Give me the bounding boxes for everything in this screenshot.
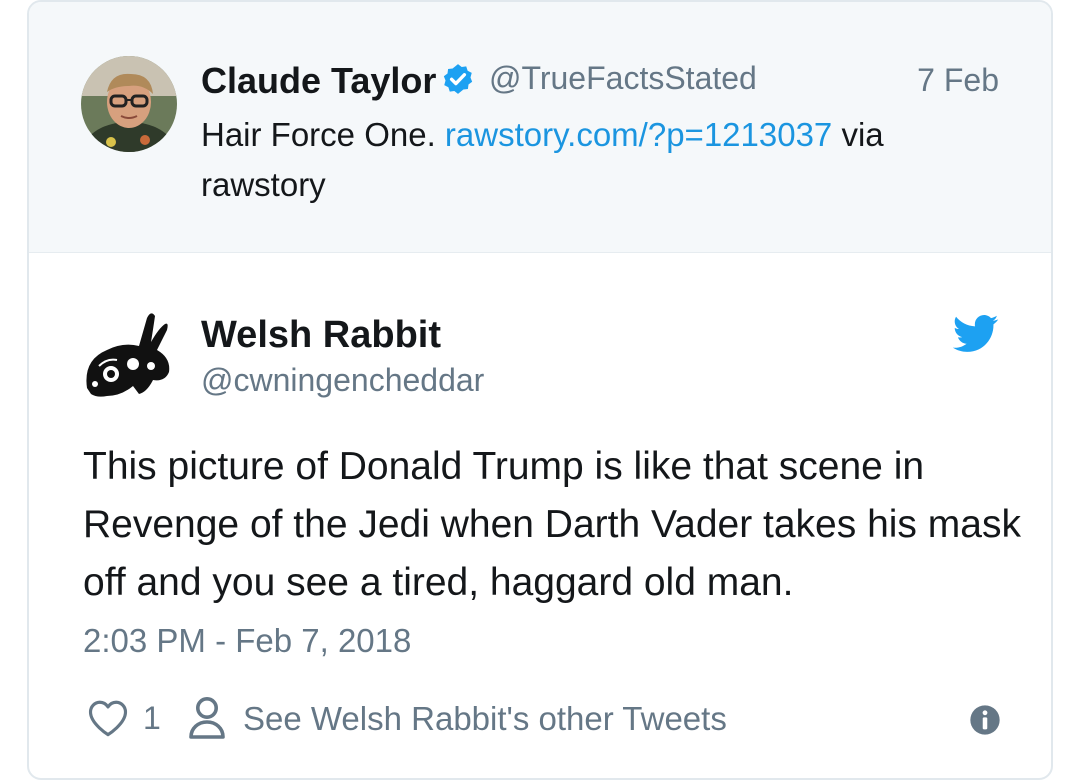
tweet-date[interactable]: 7 Feb — [917, 62, 999, 99]
like-count: 1 — [143, 700, 161, 736]
embedded-tweet-card: Claude Taylor @TrueFactsStated 7 Feb Hai… — [27, 0, 1053, 780]
avatar[interactable] — [81, 306, 177, 402]
rabbit-avatar-icon — [86, 313, 170, 397]
author-name[interactable]: Welsh Rabbit — [201, 314, 441, 357]
tweet-text: Hair Force One. rawstory.com/?p=1213037 … — [201, 110, 1001, 210]
tweet-link[interactable]: rawstory.com/?p=1213037 — [445, 116, 832, 153]
author-handle[interactable]: @cwningencheddar — [201, 362, 484, 399]
info-icon[interactable] — [969, 704, 1001, 736]
tweet-actions: 1 See Welsh Rabbit's other Tweets — [83, 694, 1003, 744]
tweet-text: This picture of Donald Trump is like tha… — [83, 445, 1021, 604]
tweet-timestamp[interactable]: 2:03 PM - Feb 7, 2018 — [83, 622, 411, 660]
tweet-text-start: Hair Force One. — [201, 116, 445, 153]
avatar[interactable] — [81, 56, 177, 152]
author-handle[interactable]: @TrueFactsStated — [489, 60, 757, 97]
heart-icon[interactable] — [87, 698, 129, 738]
quoted-parent-tweet[interactable]: Claude Taylor @TrueFactsStated 7 Feb Hai… — [29, 2, 1051, 253]
see-other-tweets-link[interactable]: See Welsh Rabbit's other Tweets — [243, 700, 727, 738]
author-name[interactable]: Claude Taylor — [201, 60, 436, 102]
avatar-photo-icon — [81, 56, 177, 152]
twitter-bird-icon[interactable] — [953, 314, 999, 354]
verified-badge-icon — [443, 64, 473, 94]
person-icon[interactable] — [187, 696, 227, 740]
